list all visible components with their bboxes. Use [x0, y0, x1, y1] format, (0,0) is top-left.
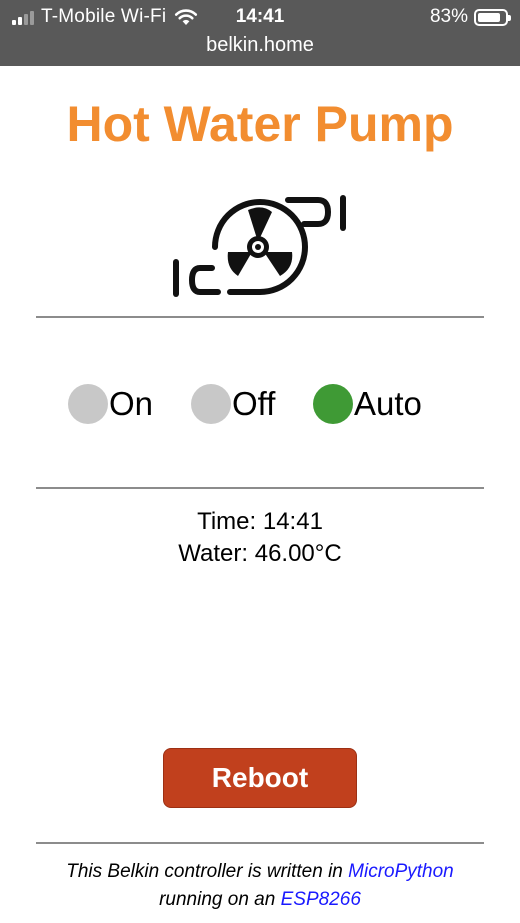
mode-option-off[interactable]: Off: [191, 380, 275, 428]
mode-on-radio[interactable]: [68, 384, 108, 424]
battery-icon: [474, 8, 511, 26]
status-readings: Time: 14:41 Water: 46.00°C: [0, 506, 520, 570]
page-title: Hot Water Pump: [66, 96, 454, 152]
water-pump-icon: [173, 195, 346, 297]
url-bar[interactable]: belkin.home: [0, 31, 520, 59]
footer-text-1: This Belkin controller is written in: [66, 861, 349, 882]
time-reading: Time: 14:41: [197, 508, 323, 535]
mode-selector: On Off Auto: [0, 380, 520, 428]
status-bar: T-Mobile Wi-Fi 14:41 83% belkin.home: [0, 0, 520, 66]
micropython-link[interactable]: MicroPython: [348, 861, 454, 882]
mode-on-label: On: [109, 385, 154, 422]
mode-auto-radio[interactable]: [313, 384, 353, 424]
status-right: 83%: [429, 5, 511, 29]
divider-top: [36, 316, 484, 318]
esp8266-link[interactable]: ESP8266: [281, 889, 361, 910]
mode-auto-label: Auto: [354, 385, 422, 422]
divider-bottom: [36, 842, 484, 844]
footer-text-2: running on an: [159, 889, 281, 910]
footer-note: This Belkin controller is written in Mic…: [0, 858, 520, 914]
water-temperature-reading: Water: 46.00°C: [178, 540, 342, 567]
reboot-button[interactable]: Reboot: [163, 748, 357, 808]
mode-off-label: Off: [232, 385, 276, 422]
mode-option-auto[interactable]: Auto: [313, 380, 422, 428]
battery-percent: 83%: [429, 6, 468, 27]
divider-middle: [36, 487, 484, 489]
mode-off-radio[interactable]: [191, 384, 231, 424]
mode-option-on[interactable]: On: [68, 380, 153, 428]
